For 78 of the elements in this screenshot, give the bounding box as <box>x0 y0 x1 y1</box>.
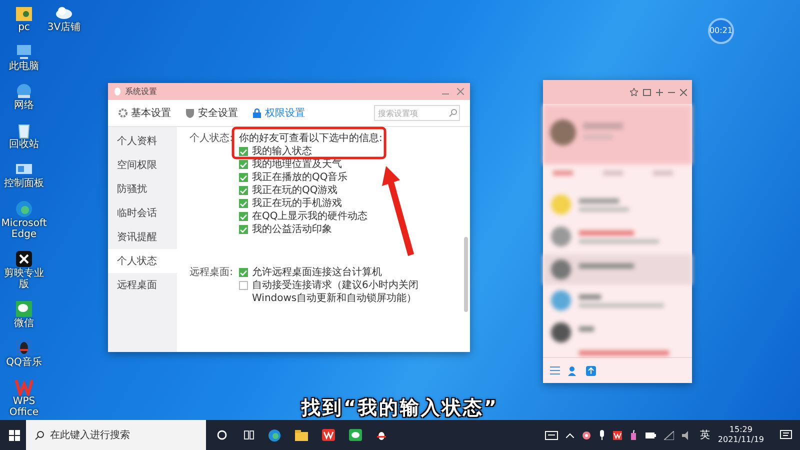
clock-date[interactable]: 2021/11/19 <box>718 435 764 445</box>
browser-icon[interactable] <box>268 428 281 442</box>
search-field[interactable]: 搜索设置项 <box>374 105 460 121</box>
checkbox-label[interactable]: 我的地理位置及天气 <box>252 158 342 171</box>
desktop-icon-label[interactable]: 剪映专业版 <box>2 268 46 290</box>
checkbox-label[interactable]: 允许远程桌面连接这台计算机 <box>252 266 382 279</box>
checkbox[interactable] <box>239 268 248 277</box>
section-label: 个人状态: <box>188 132 233 146</box>
checkbox[interactable] <box>239 281 248 290</box>
sidebar-item[interactable]: 个人状态 <box>108 249 177 273</box>
scrollbar[interactable] <box>464 237 468 312</box>
globe-icon[interactable] <box>15 82 33 100</box>
computer-icon[interactable] <box>15 43 33 62</box>
checkbox[interactable] <box>239 225 248 234</box>
chevron-up-icon[interactable] <box>566 432 574 438</box>
close-icon[interactable] <box>680 88 687 96</box>
video-subtitle: 找到“我的输入状态” <box>302 396 498 421</box>
gear-icon <box>118 108 128 118</box>
desktop-icon-label[interactable]: 网络 <box>14 100 34 112</box>
star-icon[interactable] <box>630 88 638 96</box>
close-icon[interactable] <box>457 88 464 95</box>
plus-icon[interactable] <box>656 88 663 96</box>
drink-icon[interactable] <box>630 430 637 440</box>
checkbox[interactable] <box>239 173 248 182</box>
flower-icon[interactable] <box>582 430 591 440</box>
desktop-icon-label[interactable]: 3V店铺 <box>47 22 81 33</box>
desktop-icon-label[interactable]: Microsoft Edge <box>1 218 47 240</box>
checkbox[interactable] <box>239 147 248 156</box>
recording-timer: 00:21 <box>708 18 734 44</box>
checkbox[interactable] <box>239 186 248 195</box>
clock-time[interactable]: 15:29 <box>718 425 764 435</box>
windows-start-icon[interactable] <box>9 430 20 440</box>
checkbox-label[interactable]: 我正在玩的QQ游戏 <box>252 184 338 197</box>
desktop-icon-label[interactable]: pc <box>18 22 30 33</box>
menu-icon[interactable] <box>550 366 560 375</box>
section-label: 远程桌面: <box>188 266 233 280</box>
desktop-icon-label[interactable]: WPS Office <box>2 396 46 418</box>
settings-tab[interactable]: 权限设置 <box>252 106 305 120</box>
chat-bubble-icon[interactable] <box>15 300 33 318</box>
shield-icon <box>185 108 195 118</box>
checkbox-label[interactable]: 我正在播放的QQ音乐 <box>252 171 348 184</box>
search-icon <box>35 431 44 440</box>
network-icon[interactable] <box>664 430 674 440</box>
checkbox-label[interactable]: 我的公益活动印象 <box>252 223 332 236</box>
cloud-icon[interactable] <box>54 4 73 22</box>
checkbox[interactable] <box>239 160 248 169</box>
section-description: 你的好友可查看以下选中的信息: <box>239 132 384 145</box>
taskbar-search-field[interactable]: 在此键入进行搜索 <box>26 420 206 450</box>
desktop-icon-label[interactable]: QQ音乐 <box>6 356 42 368</box>
keyboard-icon[interactable] <box>544 430 558 440</box>
search-icon[interactable] <box>449 109 457 117</box>
w-logo-icon[interactable] <box>612 430 622 440</box>
lock-icon <box>252 108 262 118</box>
desktop-icon-label[interactable]: 此电脑 <box>9 61 39 72</box>
notification-icon[interactable] <box>780 430 792 440</box>
checkbox[interactable] <box>239 199 248 208</box>
checkbox[interactable] <box>239 212 248 221</box>
checkbox-label[interactable]: 自动接受连接请求（建议6小时内关闭Windows自动更新和自动锁屏功能） <box>252 279 458 305</box>
folder-icon[interactable] <box>295 430 308 440</box>
desktop-icon-label[interactable]: 微信 <box>14 318 34 329</box>
person-icon[interactable] <box>568 366 578 376</box>
settings-tab[interactable]: 基本设置 <box>118 106 171 120</box>
battery-icon[interactable] <box>644 432 656 438</box>
chat-bubble-icon[interactable] <box>349 429 362 441</box>
checkbox-label[interactable]: 在QQ上显示我的硬件动态 <box>252 210 368 223</box>
microphone-icon[interactable] <box>598 430 605 440</box>
circle-icon[interactable] <box>217 430 227 440</box>
checkbox-label[interactable]: 我正在玩的手机游戏 <box>252 197 342 210</box>
window-title: 系统设置 <box>125 86 157 98</box>
input-language-indicator[interactable]: 英 <box>700 428 710 442</box>
w-logo-icon[interactable] <box>322 429 335 441</box>
desktop-icon-label[interactable]: 控制面板 <box>4 178 44 190</box>
settings-tab[interactable]: 安全设置 <box>185 106 238 120</box>
app-icon[interactable] <box>586 366 596 376</box>
user-folder-icon[interactable] <box>15 4 33 22</box>
task-view-icon[interactable] <box>244 430 254 440</box>
checkbox-label[interactable]: 我的输入状态 <box>252 145 312 158</box>
desktop-icon-label[interactable]: 回收站 <box>9 139 39 150</box>
